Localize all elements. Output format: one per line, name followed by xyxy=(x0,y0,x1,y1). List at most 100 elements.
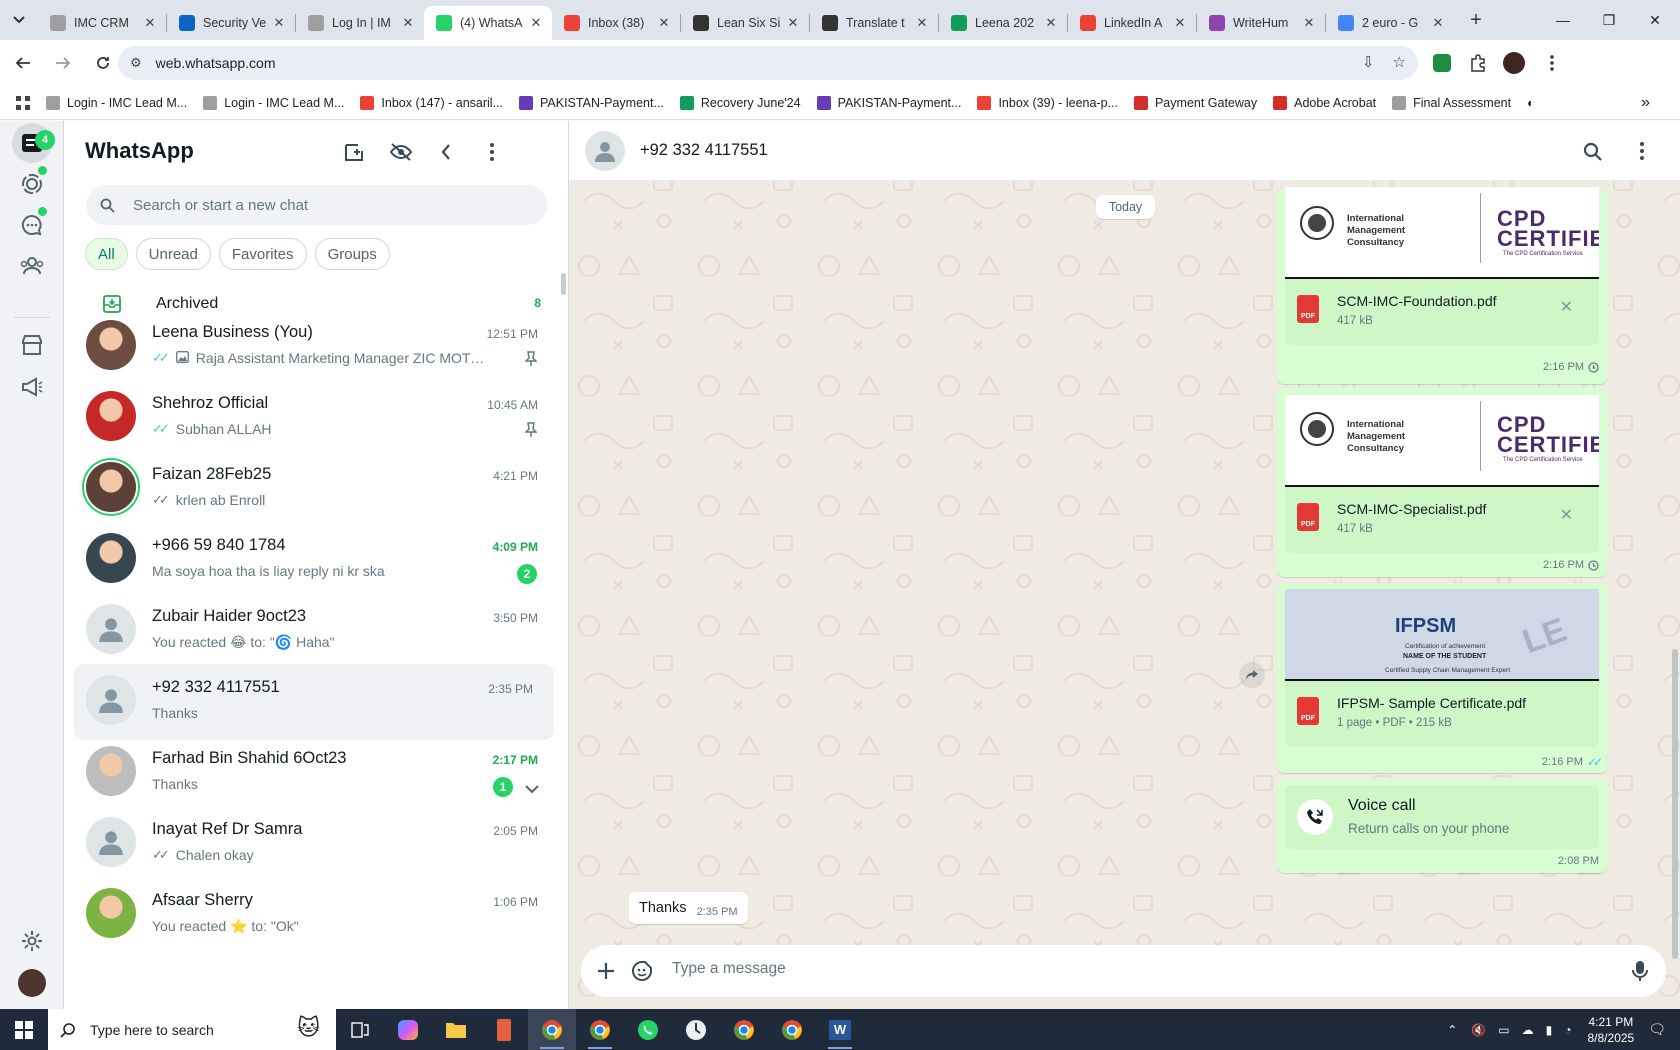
tray-chevron-icon[interactable]: ⌃ xyxy=(1447,1023,1457,1037)
chat-list-scrollbar[interactable] xyxy=(561,273,566,295)
browser-tab[interactable]: Leena 202 ✕ xyxy=(939,6,1067,40)
contact-avatar[interactable] xyxy=(585,131,625,171)
bookmark-item[interactable]: Payment Gateway xyxy=(1133,95,1257,110)
new-tab-button[interactable]: + xyxy=(1460,4,1492,36)
communities-nav-icon[interactable] xyxy=(12,246,52,286)
extensions-puzzle-icon[interactable] xyxy=(1466,51,1490,75)
advertise-icon[interactable] xyxy=(12,367,52,407)
contact-avatar[interactable] xyxy=(86,533,136,583)
attach-plus-icon[interactable] xyxy=(593,958,619,984)
conversation-header[interactable]: +92 332 4117551 xyxy=(569,121,1680,181)
forward-button[interactable] xyxy=(46,46,80,80)
chrome-profile-1-icon[interactable] xyxy=(528,1009,576,1050)
document-file-row[interactable]: PDF SCM-IMC-Specialist.pdf 417 kB ✕ xyxy=(1285,487,1599,553)
filter-unread[interactable]: Unread xyxy=(135,238,211,270)
contact-avatar[interactable] xyxy=(86,320,136,370)
new-chat-icon[interactable] xyxy=(341,138,369,166)
taskbar-search-box[interactable]: Type here to search 🐱 xyxy=(48,1009,336,1050)
browser-tab[interactable]: IMC CRM ✕ xyxy=(38,6,166,40)
bookmark-star-icon[interactable]: ☆ xyxy=(1393,53,1406,71)
contact-avatar[interactable] xyxy=(86,604,136,654)
eye-off-icon[interactable] xyxy=(387,138,415,166)
close-tab-icon[interactable]: ✕ xyxy=(400,15,416,31)
browser-tab[interactable]: (4) WhatsA ✕ xyxy=(424,6,552,40)
document-message[interactable]: IFPSM Certification of achievement NAME … xyxy=(1277,583,1607,773)
browser-tab[interactable]: WriteHum ✕ xyxy=(1197,6,1325,40)
document-file-row[interactable]: PDF SCM-IMC-Foundation.pdf 417 kB ✕ xyxy=(1285,279,1599,345)
chrome-profile-4-icon[interactable] xyxy=(768,1009,816,1050)
chat-row[interactable]: Farhad Bin Shahid 6Oct23 2:17 PM Thanks 1 xyxy=(64,735,568,811)
close-tab-icon[interactable]: ✕ xyxy=(785,15,801,31)
profile-avatar[interactable] xyxy=(1502,51,1526,75)
battery-icon[interactable]: ▮ xyxy=(1546,1023,1553,1037)
more-bookmarks-icon[interactable]: » xyxy=(1641,94,1650,112)
close-tab-icon[interactable]: ✕ xyxy=(528,15,544,31)
chat-row[interactable]: Inayat Ref Dr Samra 2:05 PM ✓✓ Chalen okay xyxy=(64,806,568,882)
document-message[interactable]: International Management Consultancy CPD… xyxy=(1277,187,1607,384)
chat-search-box[interactable] xyxy=(86,185,547,225)
site-settings-icon[interactable]: ⚙ xyxy=(130,55,142,71)
tab-search-chevron-icon[interactable] xyxy=(0,0,38,40)
document-message[interactable]: International Management Consultancy CPD… xyxy=(1277,387,1607,577)
bookmark-item[interactable]: PAKISTAN-Payment... xyxy=(519,95,664,110)
chat-row[interactable]: Zubair Haider 9oct23 3:50 PM You reacted 😂… xyxy=(64,593,568,669)
network-wifi-icon[interactable]: ◔ xyxy=(1564,1023,1571,1037)
bookmark-item[interactable]: Final Assessment xyxy=(1392,95,1511,110)
task-view-icon[interactable] xyxy=(336,1009,384,1050)
profile-photo[interactable] xyxy=(12,963,52,1003)
browser-menu-icon[interactable] xyxy=(1540,51,1564,75)
close-tab-icon[interactable]: ✕ xyxy=(271,15,287,31)
document-preview[interactable]: International Management Consultancy CPD… xyxy=(1285,395,1599,487)
bookmark-item[interactable]: Login - IMC Lead M... xyxy=(46,95,187,110)
windows-start-icon[interactable] xyxy=(0,1009,48,1050)
minimize-button[interactable]: — xyxy=(1540,0,1586,40)
back-button[interactable] xyxy=(6,46,40,80)
document-file-row[interactable]: PDF IFPSM- Sample Certificate.pdf 1 page… xyxy=(1285,681,1599,747)
close-window-button[interactable]: ✕ xyxy=(1632,0,1678,40)
browser-tab[interactable]: 2 euro - G ✕ xyxy=(1326,6,1454,40)
chrome-profile-3-icon[interactable] xyxy=(720,1009,768,1050)
close-tab-icon[interactable]: ✕ xyxy=(142,15,158,31)
browser-tab[interactable]: Lean Six Si ✕ xyxy=(681,6,809,40)
voice-call-card[interactable]: Voice call Return calls on your phone xyxy=(1285,785,1599,849)
bookmark-item[interactable]: Adobe Acrobat xyxy=(1273,95,1376,110)
chat-row[interactable]: +92 332 4117551 2:35 PM Thanks xyxy=(74,664,554,740)
search-input[interactable] xyxy=(133,196,513,214)
conversation-scrollbar[interactable] xyxy=(1672,649,1678,959)
cloud-sync-icon[interactable]: ☁ xyxy=(1522,1023,1534,1037)
chrome-profile-2-icon[interactable] xyxy=(576,1009,624,1050)
document-preview[interactable]: International Management Consultancy CPD… xyxy=(1285,187,1599,279)
bookmark-overflow-icon[interactable]: ◐ xyxy=(1527,96,1535,110)
contact-avatar[interactable] xyxy=(86,817,136,867)
restore-button[interactable]: ❐ xyxy=(1586,0,1632,40)
close-tab-icon[interactable]: ✕ xyxy=(1430,15,1446,31)
filter-groups[interactable]: Groups xyxy=(314,238,390,270)
incoming-message[interactable]: Thanks 2:35 PM xyxy=(629,892,748,924)
clock-app-icon[interactable] xyxy=(672,1009,720,1050)
bookmark-item[interactable]: Inbox (147) - ansaril... xyxy=(360,95,503,110)
chat-row[interactable]: Faizan 28Feb25 4:21 PM ✓✓ krlen ab Enroll xyxy=(64,451,568,527)
word-icon[interactable]: W xyxy=(816,1009,864,1050)
chevron-left-icon[interactable] xyxy=(432,138,460,166)
bookmark-item[interactable]: PAKISTAN-Payment... xyxy=(816,95,961,110)
reload-button[interactable] xyxy=(86,46,120,80)
contact-avatar[interactable] xyxy=(86,675,136,725)
notifications-icon[interactable]: 🗨 xyxy=(1648,1021,1666,1038)
filter-favorites[interactable]: Favorites xyxy=(218,238,307,270)
cancel-download-icon[interactable]: ✕ xyxy=(1560,505,1573,525)
chat-row[interactable]: Afsaar Sherry 1:06 PM You reacted ⭐ to: "O… xyxy=(64,877,568,953)
contact-avatar[interactable] xyxy=(86,391,136,441)
whatsapp-taskbar-icon[interactable] xyxy=(624,1009,672,1050)
bookmark-item[interactable]: Recovery June'24 xyxy=(679,95,801,110)
close-tab-icon[interactable]: ✕ xyxy=(656,15,672,31)
chat-row[interactable]: Leena Business (You) 12:51 PM ✓✓ Raja Assis… xyxy=(64,309,568,385)
bookmark-item[interactable]: Login - IMC Lead M... xyxy=(203,95,344,110)
contact-avatar[interactable] xyxy=(86,462,136,512)
chevron-down-icon[interactable] xyxy=(525,781,539,797)
file-explorer-icon[interactable] xyxy=(432,1009,480,1050)
extension-green-icon[interactable] xyxy=(1430,51,1454,75)
conversation-menu-icon[interactable] xyxy=(1629,138,1655,164)
close-tab-icon[interactable]: ✕ xyxy=(1172,15,1188,31)
browser-tab[interactable]: Log In | IM ✕ xyxy=(296,6,424,40)
sticker-emoji-icon[interactable] xyxy=(629,958,655,984)
